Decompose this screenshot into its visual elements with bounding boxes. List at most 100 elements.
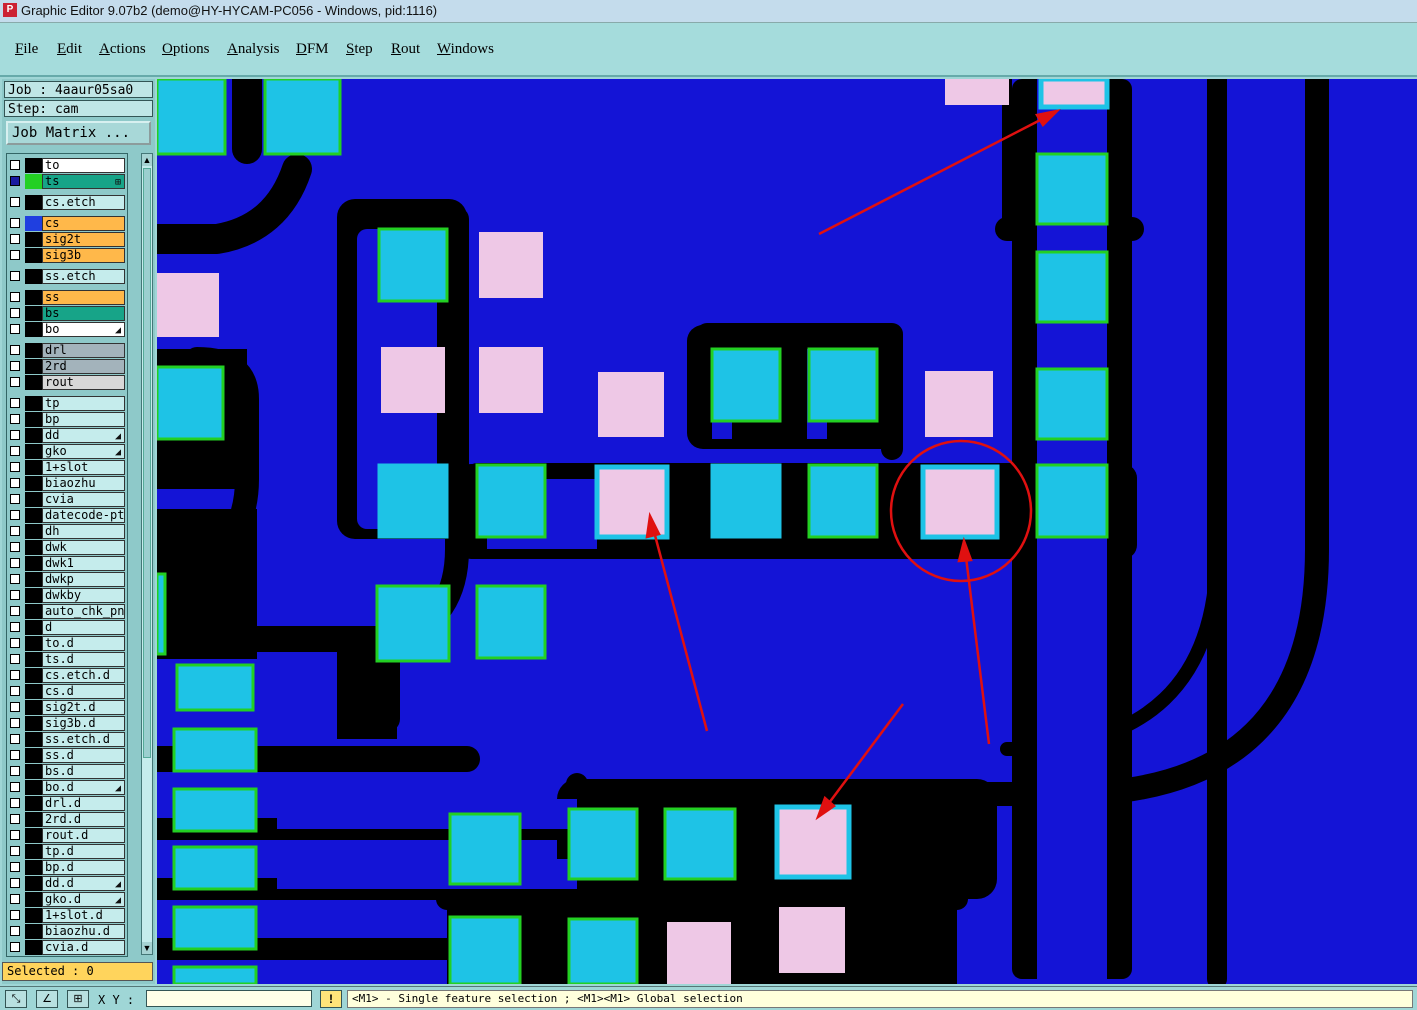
layer-checkbox[interactable]	[10, 686, 20, 696]
layer-color-swatch[interactable]	[25, 174, 42, 189]
layer-row-1+slot.d[interactable]: 1+slot.d	[7, 908, 127, 924]
layer-checkbox[interactable]	[10, 782, 20, 792]
layer-color-swatch[interactable]	[25, 232, 42, 247]
layer-color-swatch[interactable]	[25, 604, 42, 619]
job-matrix-button[interactable]: Job Matrix ...	[6, 121, 151, 145]
layer-name[interactable]: biaozhu.d	[42, 924, 125, 939]
layer-name[interactable]: bo ◢	[42, 322, 125, 337]
layer-row-rout.d[interactable]: rout.d	[7, 828, 127, 844]
layer-color-swatch[interactable]	[25, 158, 42, 173]
layer-checkbox[interactable]	[10, 862, 20, 872]
layer-checkbox[interactable]	[10, 558, 20, 568]
layer-row-dwkp[interactable]: dwkp	[7, 572, 127, 588]
menu-dfm[interactable]: DFM	[296, 41, 329, 58]
layer-checkbox[interactable]	[10, 345, 20, 355]
layer-color-swatch[interactable]	[25, 460, 42, 475]
layer-name[interactable]: cvia.d	[42, 940, 125, 955]
layer-row-datecode-pt[interactable]: datecode-pt	[7, 508, 127, 524]
menu-options[interactable]: Options	[162, 41, 210, 58]
layer-row-auto_chk_pn[interactable]: auto_chk_pn	[7, 604, 127, 620]
layer-color-swatch[interactable]	[25, 248, 42, 263]
layer-row-ts.d[interactable]: ts.d	[7, 652, 127, 668]
layer-row-ss.etch.d[interactable]: ss.etch.d	[7, 732, 127, 748]
layer-color-swatch[interactable]	[25, 860, 42, 875]
layer-color-swatch[interactable]	[25, 652, 42, 667]
menu-windows[interactable]: Windows	[437, 41, 494, 58]
layer-color-swatch[interactable]	[25, 269, 42, 284]
layer-color-swatch[interactable]	[25, 908, 42, 923]
layer-checkbox[interactable]	[10, 398, 20, 408]
layer-color-swatch[interactable]	[25, 375, 42, 390]
layer-color-swatch[interactable]	[25, 780, 42, 795]
layer-checkbox[interactable]	[10, 494, 20, 504]
layer-name[interactable]: sig2t.d	[42, 700, 125, 715]
layer-checkbox[interactable]	[10, 160, 20, 170]
layer-color-swatch[interactable]	[25, 812, 42, 827]
layer-row-ss.etch[interactable]: ss.etch	[7, 269, 127, 285]
layer-name[interactable]: bp	[42, 412, 125, 427]
layer-checkbox[interactable]	[10, 510, 20, 520]
layer-name[interactable]: dwkp	[42, 572, 125, 587]
layer-checkbox[interactable]	[10, 894, 20, 904]
layer-checkbox[interactable]	[10, 218, 20, 228]
layer-row-cs.d[interactable]: cs.d	[7, 684, 127, 700]
layer-name[interactable]: d	[42, 620, 125, 635]
layer-checkbox[interactable]	[10, 814, 20, 824]
layer-name[interactable]: ss.d	[42, 748, 125, 763]
layer-row-sig2t[interactable]: sig2t	[7, 232, 127, 248]
layer-checkbox[interactable]	[10, 654, 20, 664]
layer-color-swatch[interactable]	[25, 796, 42, 811]
layer-name[interactable]: 2rd	[42, 359, 125, 374]
layer-checkbox[interactable]	[10, 234, 20, 244]
layer-checkbox[interactable]	[10, 638, 20, 648]
layer-row-drl[interactable]: drl	[7, 343, 127, 359]
layer-name[interactable]: ts ⊞	[42, 174, 125, 189]
layer-color-swatch[interactable]	[25, 216, 42, 231]
menu-edit[interactable]: Edit	[57, 41, 82, 58]
layer-name[interactable]: ss.etch.d	[42, 732, 125, 747]
menu-file[interactable]: File	[15, 41, 38, 58]
layer-checkbox[interactable]	[10, 718, 20, 728]
layer-row-cvia.d[interactable]: cvia.d	[7, 940, 127, 956]
layer-row-bp.d[interactable]: bp.d	[7, 860, 127, 876]
menu-actions[interactable]: Actions	[99, 41, 146, 58]
layer-row-cvia[interactable]: cvia	[7, 492, 127, 508]
step-name-box[interactable]: Step: cam	[4, 100, 153, 117]
layer-checkbox[interactable]	[10, 176, 20, 186]
layer-row-sig2t.d[interactable]: sig2t.d	[7, 700, 127, 716]
layer-name[interactable]: gko.d ◢	[42, 892, 125, 907]
layer-color-swatch[interactable]	[25, 844, 42, 859]
layer-name[interactable]: dd.d ◢	[42, 876, 125, 891]
layer-name[interactable]: ss	[42, 290, 125, 305]
layer-checkbox[interactable]	[10, 462, 20, 472]
layer-name[interactable]: sig2t	[42, 232, 125, 247]
layer-color-swatch[interactable]	[25, 540, 42, 555]
layer-name[interactable]: auto_chk_pn	[42, 604, 125, 619]
layer-checkbox[interactable]	[10, 478, 20, 488]
layer-name[interactable]: cs	[42, 216, 125, 231]
layer-row-to.d[interactable]: to.d	[7, 636, 127, 652]
layer-row-2rd.d[interactable]: 2rd.d	[7, 812, 127, 828]
layer-checkbox[interactable]	[10, 292, 20, 302]
layer-color-swatch[interactable]	[25, 684, 42, 699]
layer-name[interactable]: cvia	[42, 492, 125, 507]
layer-color-swatch[interactable]	[25, 524, 42, 539]
layer-row-to[interactable]: to	[7, 158, 127, 174]
measure-icon[interactable]: ∠	[36, 990, 58, 1008]
layer-name[interactable]: dwkby	[42, 588, 125, 603]
layer-checkbox[interactable]	[10, 910, 20, 920]
layer-color-swatch[interactable]	[25, 892, 42, 907]
layer-row-sig3b.d[interactable]: sig3b.d	[7, 716, 127, 732]
layer-row-d[interactable]: d	[7, 620, 127, 636]
layer-name[interactable]: drl.d	[42, 796, 125, 811]
layer-color-swatch[interactable]	[25, 620, 42, 635]
layer-row-sig3b[interactable]: sig3b	[7, 248, 127, 264]
layer-checkbox[interactable]	[10, 526, 20, 536]
layer-row-bs[interactable]: bs	[7, 306, 127, 322]
layer-color-swatch[interactable]	[25, 940, 42, 955]
layer-row-bs.d[interactable]: bs.d	[7, 764, 127, 780]
layer-color-swatch[interactable]	[25, 322, 42, 337]
layer-name[interactable]: tp.d	[42, 844, 125, 859]
layer-color-swatch[interactable]	[25, 476, 42, 491]
layer-row-dd.d[interactable]: dd.d ◢	[7, 876, 127, 892]
